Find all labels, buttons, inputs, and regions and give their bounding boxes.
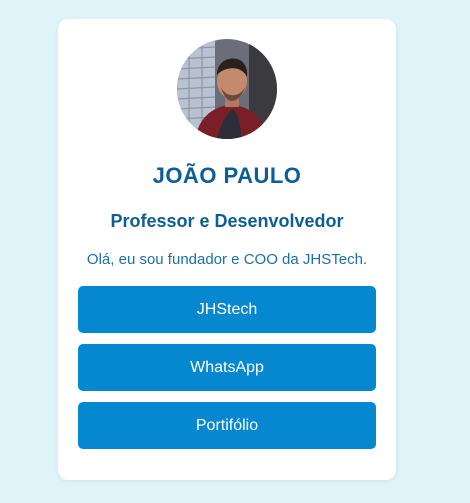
portfolio-link-button[interactable]: Portifólio	[78, 402, 376, 449]
whatsapp-link-button[interactable]: WhatsApp	[78, 344, 376, 391]
profile-bio: Olá, eu sou fundador e COO da JHSTech.	[86, 251, 368, 268]
profile-card: JOÃO PAULO Professor e Desenvolvedor Olá…	[58, 19, 396, 480]
profile-photo-icon	[177, 39, 277, 139]
profile-role: Professor e Desenvolvedor	[110, 211, 344, 231]
jhstech-link-button[interactable]: JHStech	[78, 286, 376, 333]
avatar	[177, 39, 277, 139]
profile-name: JOÃO PAULO	[152, 163, 302, 188]
